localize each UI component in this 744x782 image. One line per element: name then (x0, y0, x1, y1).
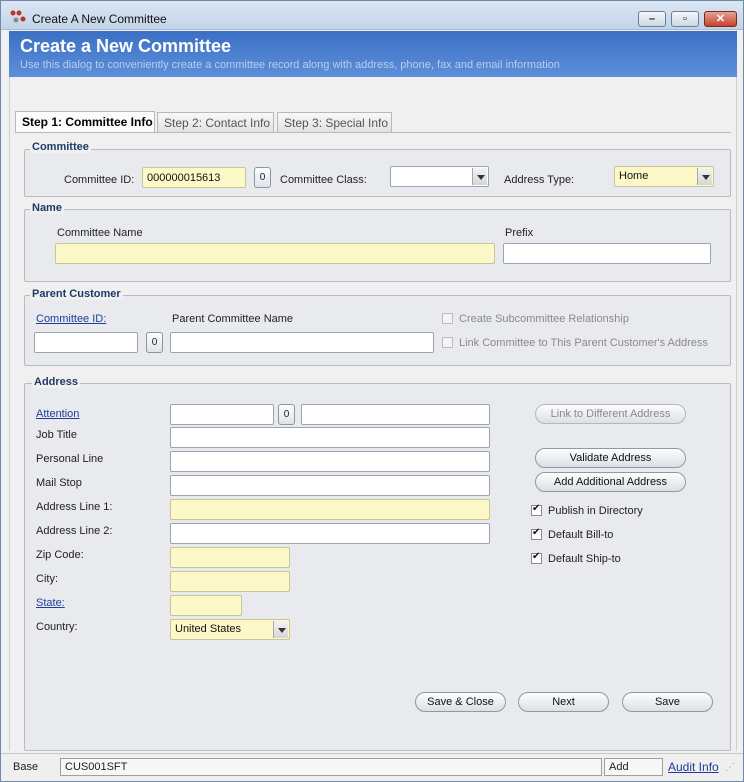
tab-divider (15, 132, 731, 133)
country-label: Country: (36, 621, 78, 633)
window-title: Create A New Committee (32, 12, 167, 26)
country-value: United States (175, 623, 242, 635)
default-bill-to-checkbox[interactable] (531, 527, 542, 540)
committee-id-lookup-button[interactable]: 0 (254, 167, 271, 188)
header-banner: Create a New Committee Use this dialog t… (9, 31, 737, 77)
app-icon (10, 10, 26, 23)
create-subcommittee-checkbox[interactable] (442, 313, 453, 324)
name-group-title: Name (30, 202, 64, 214)
address-line2-input[interactable] (170, 523, 490, 544)
prefix-label: Prefix (505, 227, 534, 239)
personal-line-label: Personal Line (36, 453, 104, 465)
prefix-input[interactable] (503, 243, 711, 264)
maximize-icon: ▫ (683, 13, 687, 25)
attention-link[interactable]: Attention (36, 408, 79, 420)
committee-group-title: Committee (30, 141, 91, 153)
banner-subtitle: Use this dialog to conveniently create a… (20, 59, 560, 71)
chevron-down-icon[interactable] (273, 621, 288, 638)
address-line1-input[interactable] (170, 499, 490, 520)
publish-directory-label: Publish in Directory (548, 505, 643, 517)
tab-special-info[interactable]: Step 3: Special Info (277, 112, 392, 132)
parent-customer-group-title: Parent Customer (30, 288, 123, 300)
next-button[interactable]: Next (518, 692, 609, 712)
minimize-icon: – (648, 13, 656, 25)
job-title-input[interactable] (170, 427, 490, 448)
committee-name-label: Committee Name (57, 227, 143, 239)
job-title-label: Job Title (36, 429, 77, 441)
publish-directory-checkbox[interactable] (531, 503, 542, 516)
parent-committee-name-label: Parent Committee Name (172, 313, 294, 325)
default-bill-to-label: Default Bill-to (548, 529, 614, 541)
create-subcommittee-label: Create Subcommittee Relationship (459, 313, 629, 325)
attention-id-input[interactable] (170, 404, 274, 425)
chevron-down-icon[interactable] (697, 168, 712, 185)
save-button[interactable]: Save (622, 692, 713, 712)
address-type-value: Home (619, 170, 649, 182)
close-button[interactable]: ✕ (704, 11, 737, 27)
zip-code-label: Zip Code: (36, 549, 84, 561)
default-ship-to-checkbox[interactable] (531, 551, 542, 564)
address-group-title: Address (32, 376, 81, 388)
zip-code-input[interactable] (170, 547, 290, 568)
status-bar: Base CUS001SFT Add Audit Info ⋰ (1, 753, 743, 781)
country-select[interactable]: United States (170, 619, 290, 640)
parent-customer-group (24, 295, 731, 366)
committee-class-select[interactable] (390, 166, 489, 187)
default-ship-to-label: Default Ship-to (548, 553, 621, 565)
link-different-address-button[interactable]: Link to Different Address (535, 404, 686, 424)
status-code: CUS001SFT (60, 758, 602, 776)
attention-lookup-button[interactable]: 0 (278, 404, 295, 425)
parent-committee-id-input[interactable] (34, 332, 138, 353)
city-input[interactable] (170, 571, 290, 592)
committee-id-field[interactable] (142, 167, 246, 188)
committee-id-label: Committee ID: (64, 174, 135, 186)
address-type-select[interactable]: Home (614, 166, 714, 187)
committee-class-label: Committee Class: (280, 174, 367, 186)
dialog-window: Create A New Committee – ▫ ✕ Create a Ne… (0, 0, 744, 782)
parent-committee-name-input[interactable] (170, 332, 434, 353)
link-parent-address-checkbox[interactable] (442, 337, 453, 348)
tab-committee-info[interactable]: Step 1: Committee Info (15, 111, 155, 133)
chevron-down-icon[interactable] (472, 168, 487, 185)
address-line2-label: Address Line 2: (36, 525, 113, 537)
address-line1-label: Address Line 1: (36, 501, 113, 513)
status-base: Base (13, 761, 39, 773)
address-type-label: Address Type: (504, 174, 575, 186)
close-icon: ✕ (715, 13, 726, 25)
banner-title: Create a New Committee (20, 36, 232, 56)
save-close-button[interactable]: Save & Close (415, 692, 506, 712)
attention-name-input[interactable] (301, 404, 490, 425)
title-bar[interactable]: Create A New Committee – ▫ ✕ (1, 1, 743, 30)
parent-committee-id-link[interactable]: Committee ID: (36, 313, 106, 325)
status-mode: Add (604, 758, 663, 776)
tab-contact-info[interactable]: Step 2: Contact Info (157, 112, 274, 132)
audit-info-link[interactable]: Audit Info (668, 760, 719, 774)
mail-stop-label: Mail Stop (36, 477, 82, 489)
parent-id-lookup-button[interactable]: 0 (146, 332, 163, 353)
personal-line-input[interactable] (170, 451, 490, 472)
city-label: City: (36, 573, 58, 585)
committee-name-input[interactable] (55, 243, 495, 264)
link-parent-address-label: Link Committee to This Parent Customer's… (459, 337, 708, 349)
mail-stop-input[interactable] (170, 475, 490, 496)
minimize-button[interactable]: – (638, 11, 666, 27)
state-link[interactable]: State: (36, 597, 65, 609)
maximize-button[interactable]: ▫ (671, 11, 699, 27)
validate-address-button[interactable]: Validate Address (535, 448, 686, 468)
add-additional-address-button[interactable]: Add Additional Address (535, 472, 686, 492)
state-input[interactable] (170, 595, 242, 616)
resize-grip-icon[interactable]: ⋰ (725, 762, 735, 773)
